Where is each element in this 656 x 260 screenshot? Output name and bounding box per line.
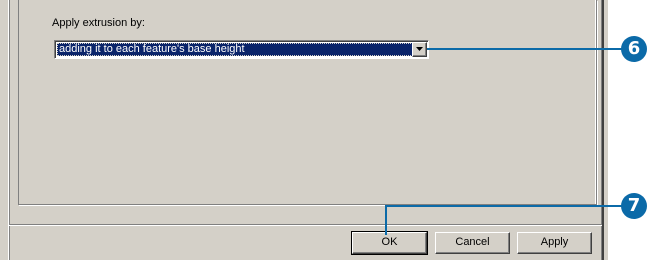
extrusion-label: Apply extrusion by:	[52, 17, 145, 29]
button-separator	[9, 224, 602, 225]
callout-badge-7: 7	[621, 193, 647, 219]
chevron-down-icon	[416, 47, 423, 51]
extrusion-dropdown[interactable]: adding it to each feature's base height	[54, 40, 429, 59]
extrusion-dropdown-value[interactable]: adding it to each feature's base height	[57, 43, 413, 56]
callout-badge-6: 6	[621, 36, 647, 62]
callout-line-7-vertical	[385, 205, 387, 235]
dropdown-arrow-button[interactable]	[412, 42, 427, 57]
callout-line-6	[427, 48, 623, 50]
extrusion-panel	[18, 0, 597, 205]
dialog-window: Apply extrusion by: adding it to each fe…	[0, 0, 608, 260]
apply-button[interactable]: Apply	[517, 232, 592, 254]
dialog-right-border	[602, 0, 604, 260]
ok-button[interactable]: OK	[351, 231, 428, 255]
dialog-left-border	[8, 0, 9, 260]
callout-line-7-horizontal	[385, 205, 623, 207]
cancel-button[interactable]: Cancel	[435, 232, 510, 254]
